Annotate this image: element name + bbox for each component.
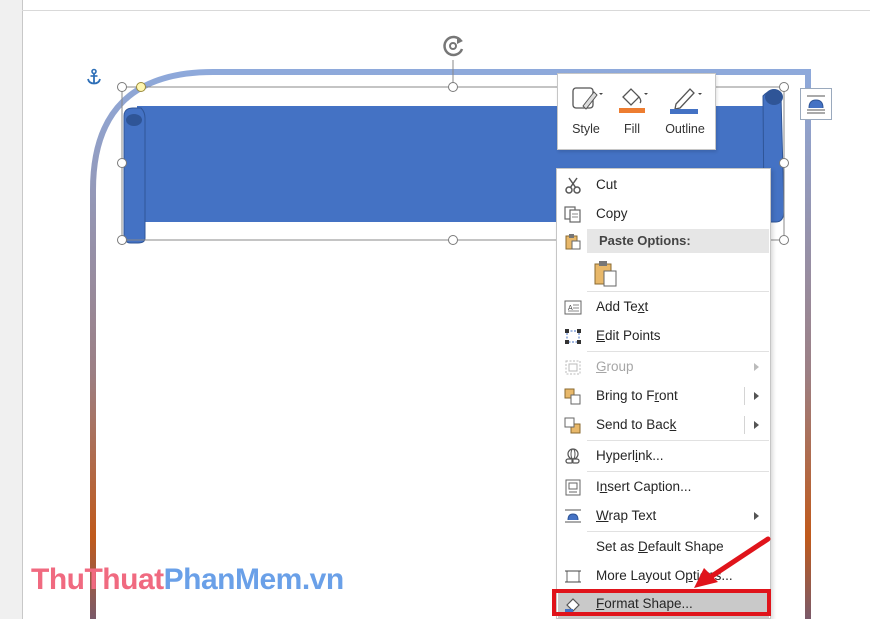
- add-text-icon: A: [564, 300, 582, 315]
- bring-to-front-label: Bring to Front: [596, 388, 678, 403]
- watermark-part-2: PhanMem: [163, 563, 303, 596]
- paste-options-header: Paste Options:: [587, 229, 769, 253]
- resize-handle-left[interactable]: [117, 158, 127, 168]
- edit-points-label: Edit Points: [596, 328, 661, 343]
- menu-item-wrap-text[interactable]: Wrap Text: [558, 502, 769, 530]
- send-to-back-submenu-arrow-icon[interactable]: [754, 421, 759, 429]
- resize-handle-bottom[interactable]: [448, 235, 458, 245]
- watermark-logo: ThuThuatPhanMem.vn: [31, 563, 344, 597]
- insert-caption-icon: [565, 479, 581, 496]
- menu-item-add-text[interactable]: A Add Text: [558, 293, 769, 321]
- wrap-text-submenu-arrow-icon: [754, 512, 759, 520]
- bring-to-front-icon: [564, 388, 581, 405]
- adjust-handle[interactable]: [136, 82, 146, 92]
- style-button[interactable]: Style: [564, 80, 608, 146]
- menu-item-cut[interactable]: Cut: [558, 171, 769, 199]
- resize-handle-bottom-right[interactable]: [779, 235, 789, 245]
- add-text-label: Add Text: [596, 299, 649, 314]
- context-menu: Cut Copy Paste Options: A Add Text Edit …: [556, 168, 771, 619]
- bring-to-front-submenu-arrow-icon[interactable]: [754, 392, 759, 400]
- resize-handle-top[interactable]: [448, 82, 458, 92]
- hyperlink-icon: [565, 448, 580, 464]
- send-to-back-icon: [564, 417, 581, 434]
- more-layout-options-icon: [565, 570, 581, 583]
- resize-handle-top-right[interactable]: [779, 82, 789, 92]
- paste-icon: [565, 234, 581, 250]
- style-label: Style: [572, 122, 600, 136]
- edit-points-icon: [565, 329, 581, 344]
- send-to-back-label: Send to Back: [596, 417, 677, 432]
- wrap-text-label: Wrap Text: [596, 508, 657, 523]
- highlight-box: [552, 589, 771, 616]
- menu-item-group: Group: [558, 353, 769, 381]
- rotate-handle-icon[interactable]: [441, 33, 467, 59]
- menu-item-insert-caption[interactable]: Insert Caption...: [558, 473, 769, 501]
- resize-handle-top-left[interactable]: [117, 82, 127, 92]
- copy-label: Copy: [596, 206, 628, 221]
- menu-item-set-default-shape[interactable]: Set as Default Shape: [558, 533, 769, 561]
- scissors-icon: [565, 177, 581, 194]
- hyperlink-label: Hyperlink...: [596, 448, 664, 463]
- copy-icon: [564, 206, 581, 223]
- outline-label: Outline: [665, 122, 705, 136]
- wrap-text-icon: [565, 509, 581, 523]
- insert-caption-label: Insert Caption...: [596, 479, 692, 494]
- menu-item-more-layout-options[interactable]: More Layout Options...: [558, 562, 769, 590]
- set-default-shape-label: Set as Default Shape: [596, 539, 724, 554]
- watermark-part-3: .vn: [301, 563, 344, 596]
- menu-item-bring-to-front[interactable]: Bring to Front: [558, 382, 769, 410]
- resize-handle-right[interactable]: [779, 158, 789, 168]
- fill-button[interactable]: Fill: [612, 80, 652, 146]
- group-label: Group: [596, 359, 634, 374]
- more-layout-options-label: More Layout Options...: [596, 568, 733, 583]
- fill-bucket-icon: [619, 88, 648, 113]
- paste-keep-formatting-icon[interactable]: [593, 259, 619, 287]
- fill-label: Fill: [624, 122, 640, 136]
- mini-toolbar: Style Fill Outline: [557, 73, 716, 150]
- group-submenu-arrow-icon: [754, 363, 759, 371]
- cut-label: Cut: [596, 177, 618, 192]
- paste-options-label: Paste Options:: [599, 233, 691, 248]
- menu-item-edit-points[interactable]: Edit Points: [558, 322, 769, 350]
- layout-options-icon[interactable]: [800, 88, 832, 120]
- watermark-part-1: ThuThuat: [31, 563, 164, 596]
- menu-item-copy[interactable]: Copy: [558, 200, 769, 228]
- menu-item-hyperlink[interactable]: Hyperlink...: [558, 442, 769, 470]
- group-icon: [565, 360, 581, 375]
- outline-pen-icon: [670, 88, 702, 114]
- menu-item-send-to-back[interactable]: Send to Back: [558, 411, 769, 439]
- outline-button[interactable]: Outline: [658, 80, 712, 146]
- resize-handle-bottom-left[interactable]: [117, 235, 127, 245]
- style-icon: [572, 87, 603, 110]
- anchor-icon: [87, 68, 101, 85]
